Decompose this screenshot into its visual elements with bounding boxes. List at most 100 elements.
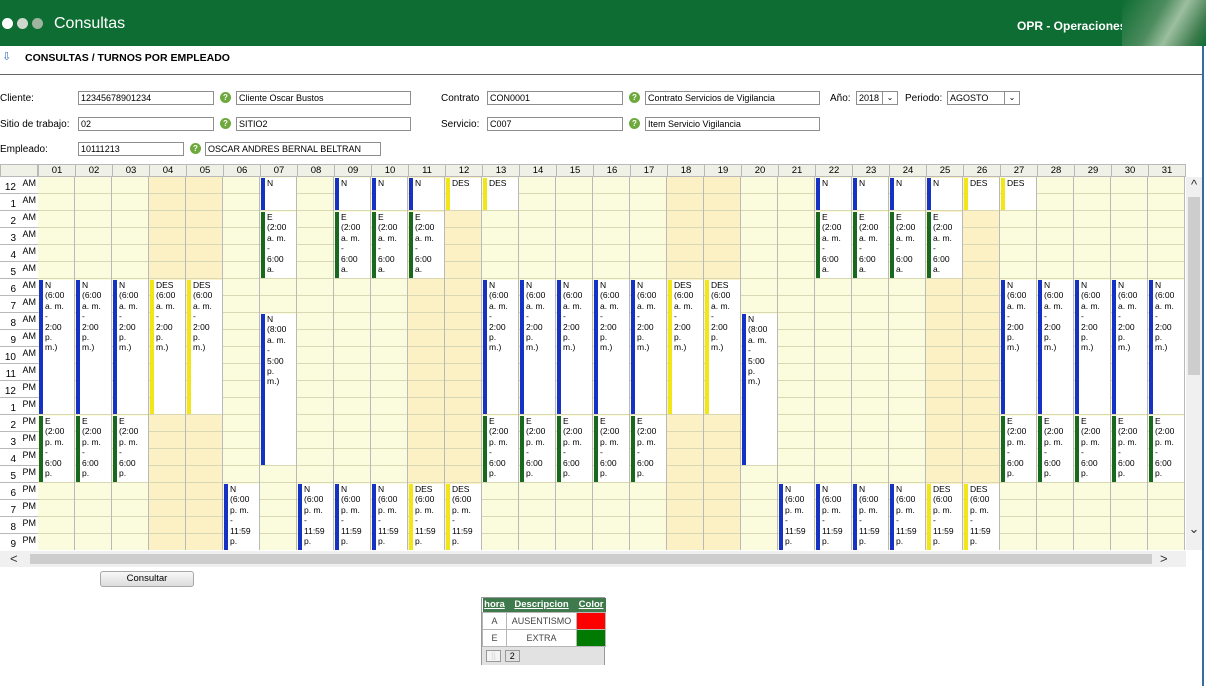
shift-event[interactable]: N (6:00 a. m. - 2:00 p. m.) <box>1149 280 1184 414</box>
shift-event[interactable]: E (2:00 p. m. - 6:00 p. <box>520 416 555 482</box>
shift-event[interactable]: N (6:00 a. m. - 2:00 p. m.) <box>1001 280 1036 414</box>
shift-event[interactable]: E (2:00 p. m. - 6:00 p. <box>1038 416 1073 482</box>
shift-event[interactable]: DES (6:00 p. m. - 11:59 p. <box>927 484 962 550</box>
shift-event[interactable]: N (6:00 a. m. - 2:00 p. m.) <box>76 280 111 414</box>
legend-header-color[interactable]: Color <box>576 598 606 612</box>
shift-event[interactable]: N (6:00 a. m. - 2:00 p. m.) <box>594 280 629 414</box>
shift-event[interactable]: N <box>335 178 370 210</box>
cliente-name-field[interactable]: Cliente Oscar Bustos <box>236 91 411 105</box>
shift-event[interactable]: E (2:00 a. m. - 6:00 a. <box>853 212 888 278</box>
empleado-code-field[interactable]: 10111213 <box>78 142 184 156</box>
vertical-scrollbar[interactable]: ^ ⌄ <box>1186 177 1202 550</box>
shift-event[interactable]: N (6:00 p. m. - 11:59 p. <box>298 484 333 550</box>
shift-event[interactable]: DES (6:00 p. m. - 11:59 p. <box>446 484 481 550</box>
scroll-thumb[interactable] <box>30 554 1152 564</box>
shift-event[interactable]: DES <box>964 178 999 210</box>
shift-event[interactable]: N (6:00 a. m. - 2:00 p. m.) <box>557 280 592 414</box>
consultar-button[interactable]: Consultar <box>100 571 194 587</box>
shift-event[interactable]: DES (6:00 p. m. - 11:59 p. <box>409 484 444 550</box>
sitio-name-field[interactable]: SITIO2 <box>236 117 411 131</box>
shift-event[interactable]: N (6:00 a. m. - 2:00 p. m.) <box>631 280 666 414</box>
sitio-code-field[interactable]: 02 <box>78 117 214 131</box>
shift-event[interactable]: N (6:00 a. m. - 2:00 p. m.) <box>1075 280 1110 414</box>
shift-event[interactable]: E (2:00 p. m. - 6:00 p. <box>631 416 666 482</box>
shift-event[interactable]: N (6:00 p. m. - 11:59 p. <box>890 484 925 550</box>
help-icon[interactable]: ? <box>220 92 231 103</box>
shift-event[interactable]: DES (6:00 a. m. - 2:00 p. m.) <box>187 280 222 414</box>
help-icon[interactable]: ? <box>629 92 640 103</box>
shift-event[interactable]: N <box>816 178 851 210</box>
shift-event[interactable]: E (2:00 a. m. - 6:00 a. <box>890 212 925 278</box>
scroll-right-icon[interactable]: > <box>1160 551 1168 566</box>
shift-event[interactable]: E (2:00 a. m. - 6:00 a. <box>335 212 370 278</box>
shift-event[interactable]: E (2:00 p. m. - 6:00 p. <box>594 416 629 482</box>
shift-label: DES (6:00 p. m. - 11:59 p. <box>970 484 991 547</box>
shift-event[interactable]: N <box>261 178 296 210</box>
shift-event[interactable]: N (8:00 a. m. - 5:00 p. m.) <box>742 314 777 465</box>
legend-header-hora[interactable]: hora <box>482 598 507 612</box>
shift-event[interactable]: E (2:00 p. m. - 6:00 p. <box>1075 416 1110 482</box>
shift-event[interactable]: N (8:00 a. m. - 5:00 p. m.) <box>261 314 296 465</box>
shift-event[interactable]: N (6:00 a. m. - 2:00 p. m.) <box>483 280 518 414</box>
shift-event[interactable]: E (2:00 a. m. - 6:00 a. <box>927 212 962 278</box>
window-dot-icon <box>17 18 28 29</box>
shift-event[interactable]: E (2:00 p. m. - 6:00 p. <box>39 416 74 482</box>
shift-event[interactable]: N (6:00 a. m. - 2:00 p. m.) <box>520 280 555 414</box>
shift-event[interactable]: E (2:00 p. m. - 6:00 p. <box>557 416 592 482</box>
shift-event[interactable]: N <box>409 178 444 210</box>
shift-event[interactable]: E (2:00 p. m. - 6:00 p. <box>113 416 148 482</box>
hour-label: 2 PM <box>0 415 38 432</box>
shift-event[interactable]: E (2:00 p. m. - 6:00 p. <box>1149 416 1184 482</box>
scroll-up-icon[interactable]: ^ <box>1186 177 1202 192</box>
shift-event[interactable]: E (2:00 a. m. - 6:00 a. <box>816 212 851 278</box>
shift-event[interactable]: DES (6:00 a. m. - 2:00 p. m.) <box>705 280 740 414</box>
shift-event[interactable]: E (2:00 p. m. - 6:00 p. <box>1112 416 1147 482</box>
contrato-code-field[interactable]: CON0001 <box>487 91 623 105</box>
shift-event[interactable]: DES (6:00 p. m. - 11:59 p. <box>964 484 999 550</box>
shift-event[interactable]: N (6:00 p. m. - 11:59 p. <box>335 484 370 550</box>
shift-event[interactable]: E (2:00 p. m. - 6:00 p. <box>76 416 111 482</box>
shift-event[interactable]: N (6:00 p. m. - 11:59 p. <box>372 484 407 550</box>
shift-event[interactable]: E (2:00 a. m. - 6:00 a. <box>409 212 444 278</box>
shift-event[interactable]: N (6:00 p. m. - 11:59 p. <box>224 484 259 550</box>
shift-event[interactable]: N <box>372 178 407 210</box>
shift-event[interactable]: DES <box>446 178 481 210</box>
empleado-name-field[interactable]: OSCAR ANDRES BERNAL BELTRAN <box>205 142 381 156</box>
shift-event[interactable]: N (6:00 p. m. - 11:59 p. <box>853 484 888 550</box>
shift-event[interactable]: E (2:00 a. m. - 6:00 a. <box>261 212 296 278</box>
shift-event[interactable]: N (6:00 p. m. - 11:59 p. <box>779 484 814 550</box>
legend-header-descripcion[interactable]: Descripcion <box>506 598 577 612</box>
shift-event[interactable]: N <box>890 178 925 210</box>
shift-event[interactable]: N (6:00 p. m. - 11:59 p. <box>816 484 851 550</box>
scroll-down-icon[interactable]: ⌄ <box>1186 521 1202 537</box>
shift-event[interactable]: N <box>853 178 888 210</box>
shift-event[interactable]: DES (6:00 a. m. - 2:00 p. m.) <box>668 280 703 414</box>
servicio-name-field[interactable]: Item Servicio Vigilancia <box>645 117 820 131</box>
shift-event[interactable]: DES <box>483 178 518 210</box>
scroll-thumb[interactable] <box>1188 197 1200 375</box>
help-icon[interactable]: ? <box>220 118 231 129</box>
shift-event[interactable]: N (6:00 a. m. - 2:00 p. m.) <box>1038 280 1073 414</box>
shift-event[interactable]: N <box>927 178 962 210</box>
shift-event[interactable]: E (2:00 a. m. - 6:00 a. <box>372 212 407 278</box>
contrato-name-field[interactable]: Contrato Servicios de Vigilancia <box>645 91 820 105</box>
help-icon[interactable]: ? <box>190 143 201 154</box>
page-link[interactable]: 2 <box>504 649 520 662</box>
hour-label: 2 AM <box>0 211 38 228</box>
shift-event[interactable]: DES <box>1001 178 1036 210</box>
back-arrow-icon[interactable]: ⇩ <box>2 50 11 63</box>
anio-select[interactable]: 2018 ⌄ <box>856 91 898 105</box>
periodo-select[interactable]: AGOSTO ⌄ <box>947 91 1020 105</box>
help-icon[interactable]: ? <box>629 118 640 129</box>
shift-event[interactable]: N (6:00 a. m. - 2:00 p. m.) <box>1112 280 1147 414</box>
servicio-code-field[interactable]: C007 <box>487 117 623 131</box>
cliente-code-field[interactable]: 12345678901234 <box>78 91 214 105</box>
shift-event[interactable]: N (6:00 a. m. - 2:00 p. m.) <box>113 280 148 414</box>
shift-event[interactable]: E (2:00 p. m. - 6:00 p. <box>1001 416 1036 482</box>
shift-event[interactable]: DES (6:00 a. m. - 2:00 p. m.) <box>150 280 185 414</box>
horizontal-scrollbar[interactable]: < > <box>0 551 1186 567</box>
page-link[interactable]: 1 <box>486 649 501 662</box>
shift-event[interactable]: N (6:00 a. m. - 2:00 p. m.) <box>39 280 74 414</box>
scroll-left-icon[interactable]: < <box>10 551 18 566</box>
shift-event[interactable]: E (2:00 p. m. - 6:00 p. <box>483 416 518 482</box>
